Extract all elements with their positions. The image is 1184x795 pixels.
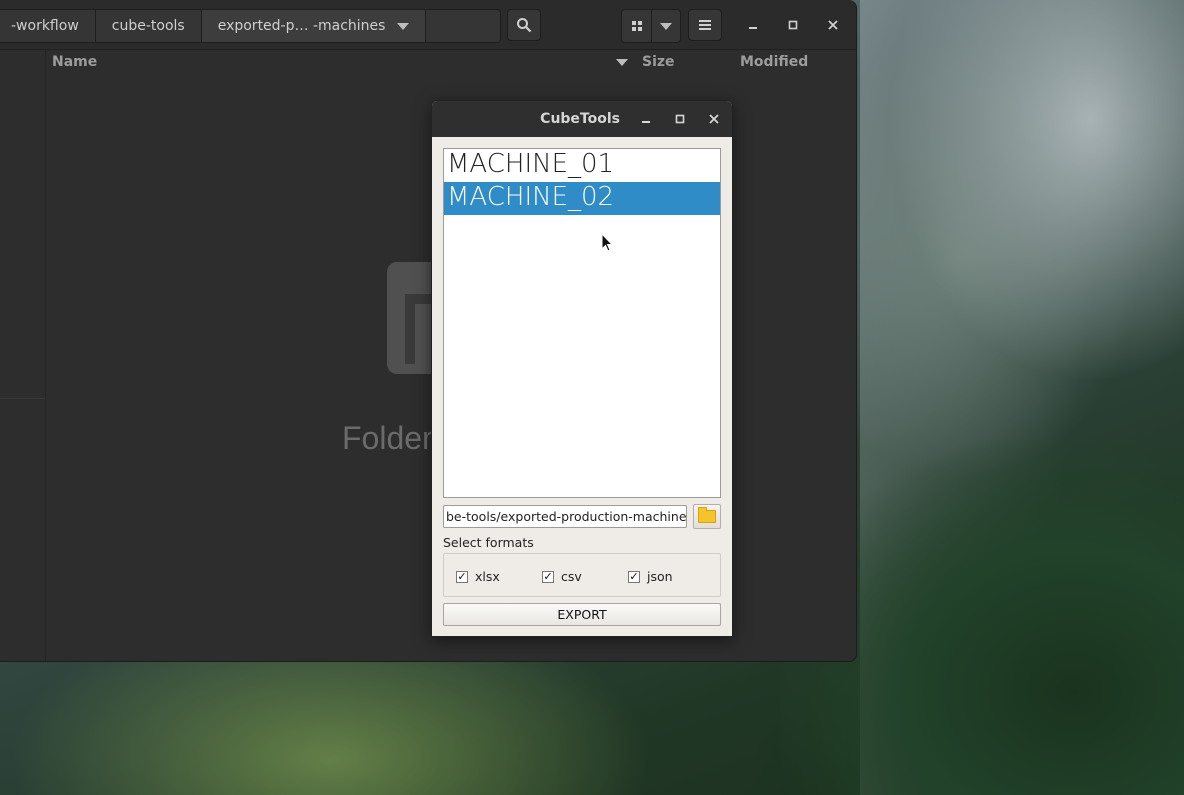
chevron-down-icon [397,22,410,30]
dialog-maximize-button[interactable] [671,110,689,128]
sidebar-separator [0,398,45,399]
search-icon [517,18,532,33]
folder-icon [698,507,716,523]
checkbox-checked-icon[interactable]: ✓ [456,570,468,583]
formats-group: ✓ xlsx ✓ csv ✓ json [443,553,721,597]
sort-descending-icon [616,59,628,66]
view-options-button[interactable] [651,10,680,42]
column-header: Name Size Modified [0,50,856,76]
csv-label: csv [561,569,582,584]
file-manager-headerbar: -workflow cube-tools exported-p… -machin… [0,0,856,50]
search-button[interactable] [507,9,541,41]
window-title: CubeTools [540,111,620,127]
cubetools-window: CubeTools MACHINE_01 MACHINE_02 be-tools… [431,100,733,637]
maximize-icon [788,20,798,30]
json-checkbox[interactable]: ✓ json [628,569,673,584]
breadcrumb-cube-tools[interactable]: cube-tools [96,10,202,42]
close-icon [828,20,838,30]
mouse-pointer-icon [601,233,613,252]
machine-list[interactable]: MACHINE_01 MACHINE_02 [443,148,721,498]
sidebar-divider [45,50,46,661]
view-switcher [621,9,681,43]
dialog-close-button[interactable] [705,110,723,128]
grid-view-button[interactable] [622,10,651,42]
main-menu-button[interactable] [688,9,722,41]
machine-list-item-selected[interactable]: MACHINE_02 [444,182,720,215]
checkbox-checked-icon[interactable]: ✓ [628,570,640,583]
close-button[interactable] [821,13,845,37]
close-icon [709,114,719,124]
column-name[interactable]: Name [52,54,97,70]
xlsx-checkbox[interactable]: ✓ xlsx [456,569,500,584]
grid-view-icon [631,21,642,31]
xlsx-label: xlsx [475,569,500,584]
csv-checkbox[interactable]: ✓ csv [542,569,582,584]
machine-list-item[interactable]: MACHINE_01 [444,149,720,182]
breadcrumb-empty-area [426,10,500,42]
hamburger-menu-icon [699,20,711,30]
empty-state-text: Folder [342,420,433,456]
export-button[interactable]: EXPORT [443,603,721,626]
formats-label: Select formats [443,535,534,550]
browse-folder-button[interactable] [693,504,721,529]
minimize-button[interactable] [741,13,765,37]
breadcrumb: -workflow cube-tools exported-p… -machin… [0,9,501,43]
cubetools-titlebar[interactable]: CubeTools [432,101,732,137]
maximize-icon [675,114,685,124]
checkbox-checked-icon[interactable]: ✓ [542,570,554,583]
column-modified[interactable]: Modified [740,54,808,70]
json-label: json [647,569,673,584]
minimize-icon [642,121,650,123]
chevron-down-icon [660,22,672,30]
column-size[interactable]: Size [642,54,675,70]
export-path-input[interactable]: be-tools/exported-production-machines [443,505,687,528]
maximize-button[interactable] [781,13,805,37]
dialog-minimize-button[interactable] [637,110,655,128]
minimize-icon [749,27,757,29]
breadcrumb-workflow[interactable]: -workflow [0,10,96,42]
breadcrumb-current-folder[interactable]: exported-p… -machines [201,10,427,42]
breadcrumb-current-label: exported-p… -machines [217,18,386,34]
